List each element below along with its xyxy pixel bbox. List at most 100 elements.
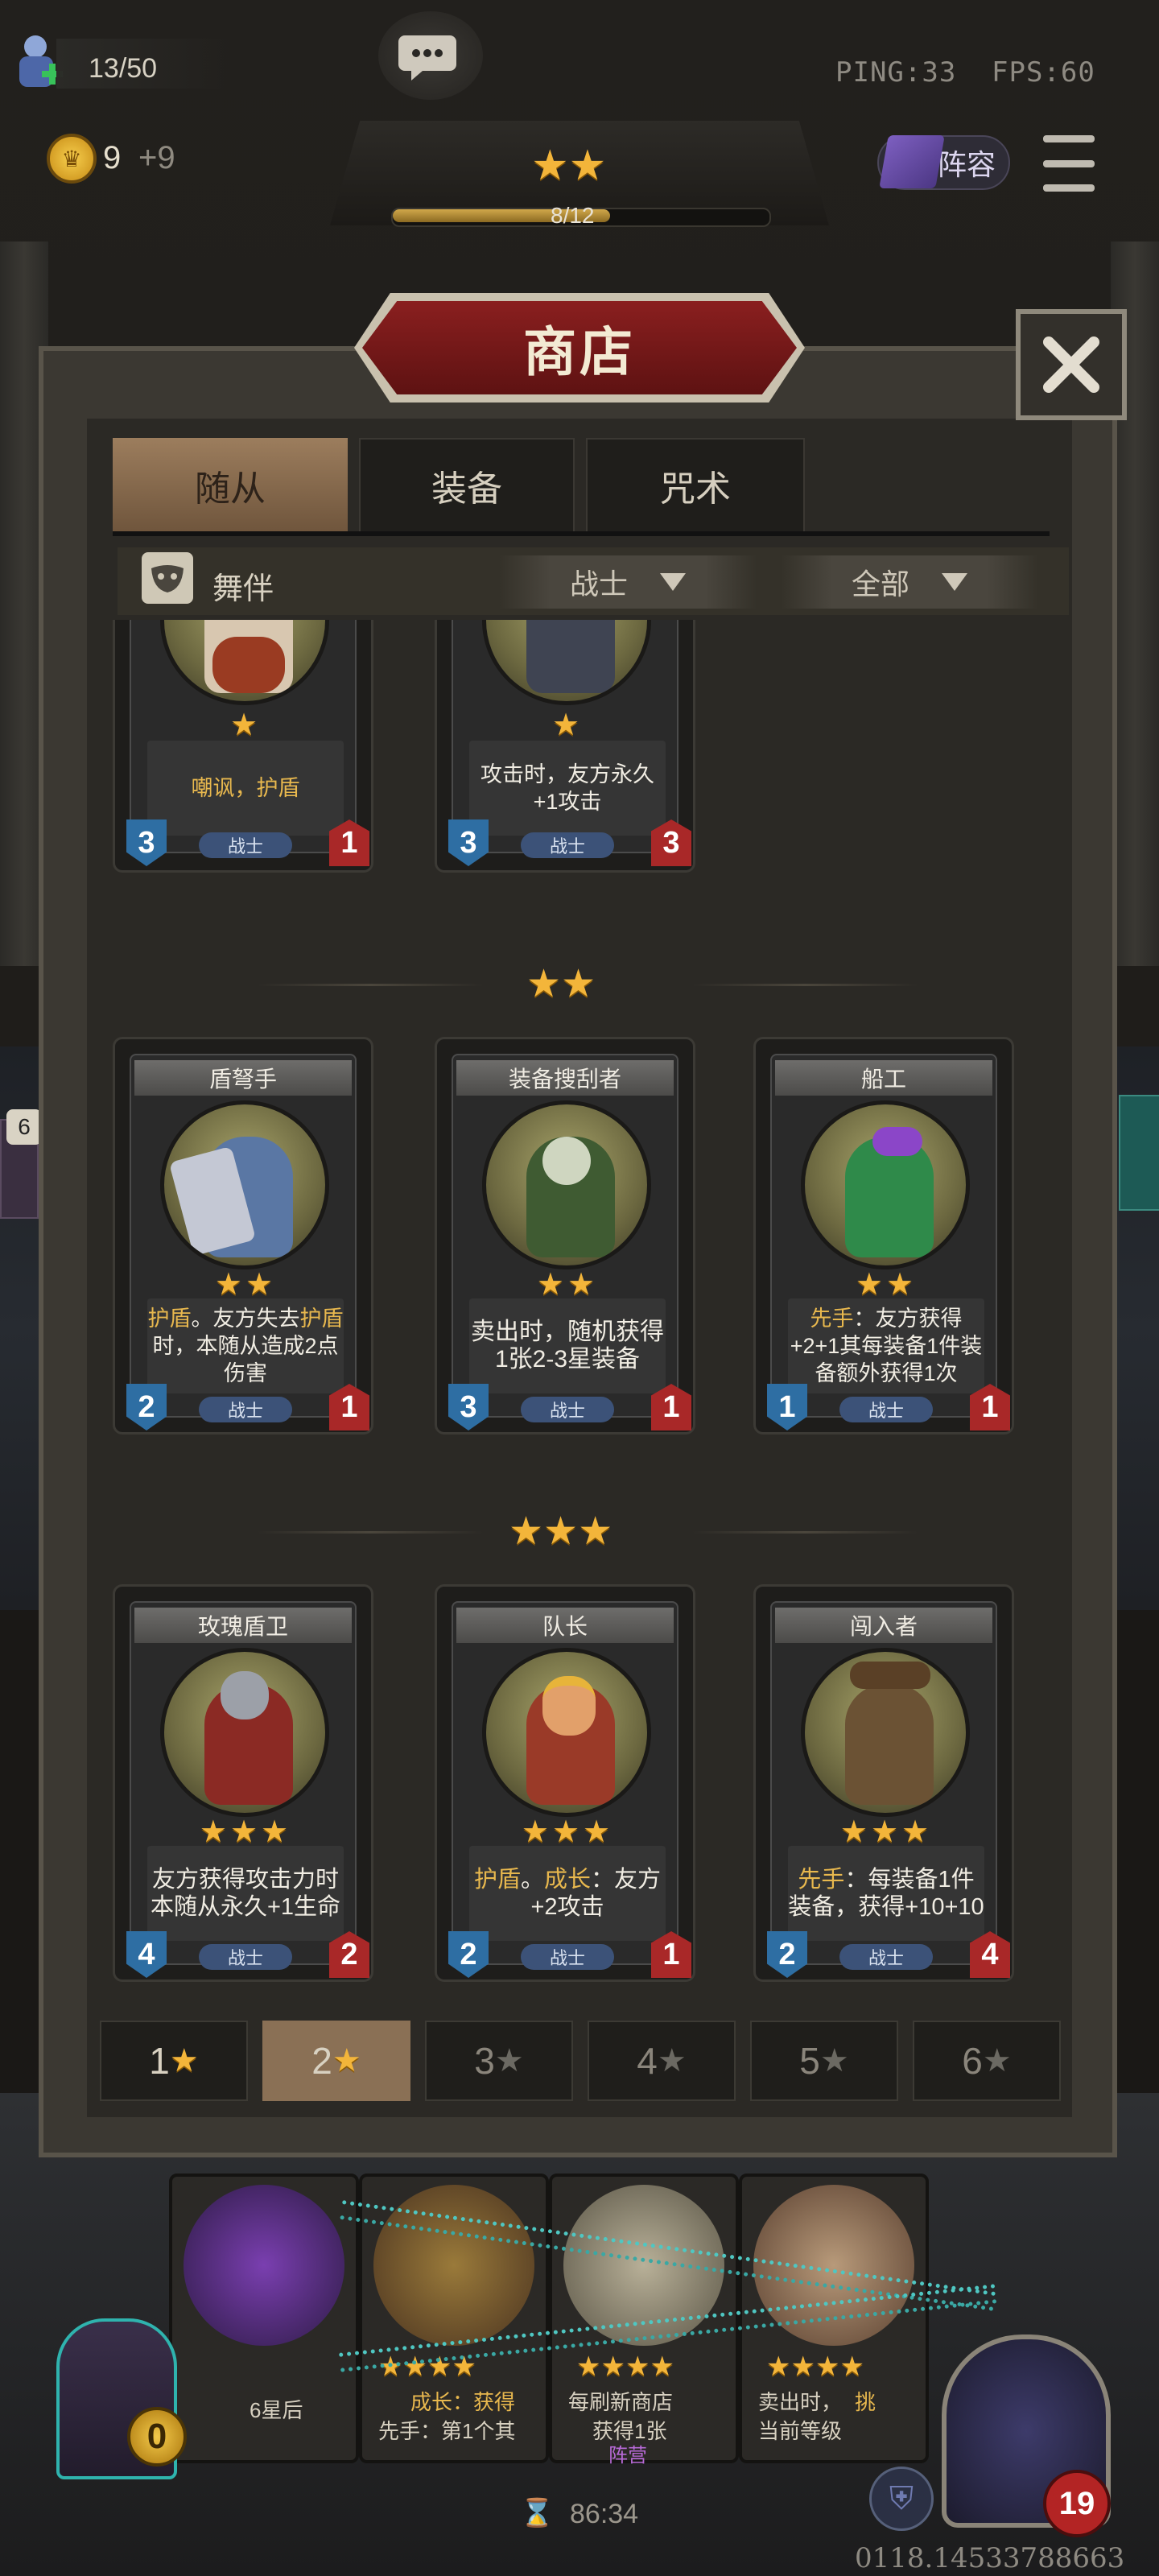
card-stars: ★★	[214, 1268, 277, 1302]
hand-card-text: 6星后	[250, 2398, 303, 2422]
card-attack: 3	[126, 819, 167, 866]
hand-card[interactable]: 6星后	[169, 2174, 359, 2463]
star-icon: ★	[819, 2043, 849, 2079]
tier-tab-2[interactable]: 2 ★	[262, 2021, 410, 2101]
card-portrait	[801, 1100, 970, 1269]
tab-label: 装备	[431, 469, 502, 509]
tavern-progress: 8/12	[551, 203, 595, 228]
menu-button[interactable]	[1043, 135, 1099, 192]
card-attack: 1	[767, 1384, 807, 1430]
card-name: 装备搜刮者	[456, 1060, 674, 1096]
card-figure-helmet	[221, 1671, 269, 1719]
chat-button[interactable]	[378, 11, 483, 100]
card-desc-text: 嘲讽，护盾	[191, 776, 300, 800]
hand-card-portrait	[184, 2185, 344, 2346]
card-figure-beard	[212, 637, 285, 693]
card-tribe: 战士	[521, 1397, 614, 1422]
card-stars: ★★★	[521, 1815, 614, 1849]
star-icon: ★	[332, 2043, 361, 2079]
card-figure-head	[542, 1676, 596, 1736]
card-description: 嘲讽，护盾	[147, 741, 344, 836]
minion-card[interactable]: 盾弩手 ★★ 护盾。友方失去护盾时，本随从造成2点伤害 2 战士 1	[113, 1037, 373, 1435]
tier3-stars: ★★★	[509, 1510, 613, 1553]
card-tribe: 战士	[521, 1944, 614, 1970]
card-description: 先手：友方获得+2+1其每装备1件装备额外获得1次	[788, 1298, 984, 1393]
tavern-stars: ★★	[531, 142, 607, 189]
version-text: 0118.14533788663	[855, 2542, 1125, 2574]
card-tribe: 战士	[199, 1397, 292, 1422]
star-icon: ★	[982, 2043, 1012, 2079]
card-name: 玫瑰盾卫	[134, 1608, 352, 1643]
card-desc-text: 。	[520, 1867, 544, 1893]
tab-minions[interactable]: 随从	[113, 438, 348, 533]
gold-income: +9	[138, 140, 175, 175]
tier-tab-3[interactable]: 3 ★	[425, 2021, 573, 2101]
coin-icon: ♛	[47, 134, 97, 184]
card-stars: ★★	[855, 1268, 918, 1302]
minion-card[interactable]: 船工 ★★ 先手：友方获得+2+1其每装备1件装备额外获得1次 1 战士 1	[753, 1037, 1014, 1435]
minion-card[interactable]: ★ 嘲讽，护盾 3 战士 1	[113, 620, 373, 873]
card-figure-bandana	[872, 1127, 922, 1156]
card-figure-hat	[850, 1662, 930, 1689]
tier-tab-label: 1	[149, 2040, 170, 2082]
ping-readout: PING:33	[835, 56, 957, 89]
close-button[interactable]	[1016, 309, 1127, 420]
shield-icon: ⛨	[889, 2480, 914, 2516]
minion-card[interactable]: 装备搜刮者 ★★ 卖出时，随机获得1张2-3星装备 3 战士 1	[435, 1037, 695, 1435]
minion-card[interactable]: 玫瑰盾卫 ★★★ 友方获得攻击力时本随从永久+1生命 4 战士 2	[113, 1584, 373, 1982]
card-stars: ★★★	[199, 1815, 292, 1849]
card-name: 闯入者	[775, 1608, 992, 1643]
tier-divider-right	[692, 1531, 918, 1534]
side-badge: 6	[6, 1109, 42, 1145]
card-portrait	[160, 1100, 329, 1269]
scope-dropdown[interactable]: 全部	[781, 555, 1038, 609]
tab-equipment[interactable]: 装备	[359, 438, 575, 533]
card-portrait	[482, 1648, 651, 1817]
card-description: 先手：每装备1件装备，获得+10+10	[788, 1846, 984, 1941]
dropdown-icon	[942, 573, 967, 591]
tier-tab-4[interactable]: 4 ★	[588, 2021, 736, 2101]
minion-card[interactable]: ★ 攻击时，友方永久+1攻击 3 战士 3	[435, 620, 695, 873]
card-tribe: 战士	[199, 1944, 292, 1970]
card-scroll-area[interactable]: ★ 嘲讽，护盾 3 战士 1 ★ 攻击时，友方永久+1攻击 3 战士 3 ★★ …	[113, 620, 1062, 2004]
hand-card-text: 当前等级	[758, 2419, 843, 2443]
armor-button[interactable]: ⛨	[869, 2467, 934, 2531]
tab-label: 咒术	[660, 469, 731, 509]
card-figure	[845, 1684, 934, 1805]
card-desc-text: 。友方失去	[191, 1307, 300, 1331]
tier2-stars: ★★	[526, 963, 596, 1005]
tab-spells[interactable]: 咒术	[586, 438, 805, 533]
filter-tag-button[interactable]	[142, 552, 193, 604]
tab-divider	[113, 531, 1050, 536]
tier-tab-label: 5	[799, 2040, 820, 2082]
tier-tab-5[interactable]: 5 ★	[750, 2021, 898, 2101]
tribe-dropdown[interactable]: 战士	[499, 555, 757, 609]
tier-tab-label: 4	[637, 2040, 658, 2082]
hand-card-stars: ★★★★	[766, 2351, 864, 2382]
minion-card[interactable]: 队长 ★★★ 护盾。成长：友方+2攻击 2 战士 1	[435, 1584, 695, 1982]
card-attack: 3	[448, 1384, 489, 1430]
card-desc-text: 时，本随从造成2点伤害	[152, 1334, 339, 1385]
card-stars: ★★★	[839, 1815, 933, 1849]
gold-count: 9	[103, 140, 122, 175]
tab-label: 随从	[195, 469, 266, 509]
keyword-shield: 护盾	[299, 1307, 344, 1331]
card-portrait	[160, 1648, 329, 1817]
star-icon: ★	[494, 2043, 524, 2079]
card-name: 队长	[456, 1608, 674, 1643]
tier-tab-label: 2	[311, 2040, 332, 2082]
hand-card-text: 卖出时，	[758, 2390, 843, 2414]
keyword-first-strike: 先手	[810, 1307, 854, 1331]
card-figure	[526, 620, 615, 693]
dropdown-icon	[660, 573, 686, 591]
card-name: 盾弩手	[134, 1060, 352, 1096]
hand-card-text: 成长：获得	[410, 2390, 516, 2414]
tier-tab-1[interactable]: 1 ★	[100, 2021, 248, 2101]
hand-card-text: 先手：第1个其	[378, 2419, 516, 2443]
minion-card[interactable]: 闯入者 ★★★ 先手：每装备1件装备，获得+10+10 2 战士 4	[753, 1584, 1014, 1982]
card-name: 船工	[775, 1060, 992, 1096]
tier-divider-left	[258, 984, 483, 986]
card-figure-head	[542, 1137, 591, 1185]
tier-tab-6[interactable]: 6 ★	[913, 2021, 1061, 2101]
filter-tag-label: 舞伴	[212, 572, 274, 606]
